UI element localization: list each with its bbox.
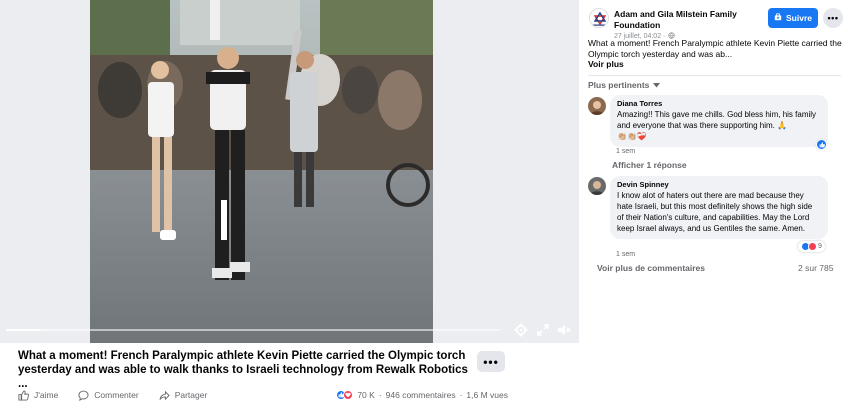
post-actions-bar: J'aime Commenter Partager 70 K · 946 com… — [18, 385, 508, 405]
like-button[interactable]: J'aime — [18, 389, 59, 401]
commenter-avatar[interactable] — [588, 177, 606, 195]
reaction-icons[interactable] — [336, 390, 354, 400]
post-side-panel: Adam and Gila Milstein Family Foundation… — [579, 0, 850, 406]
post-stats: 70 K · 946 commentaires · 1,6 M vues — [336, 390, 508, 400]
follow-label: Suivre — [786, 13, 812, 23]
comment-author[interactable]: Devin Spinney — [617, 180, 821, 190]
comment-time[interactable]: 1 sem — [616, 148, 635, 155]
comment-text: I know alot of haters out there are mad … — [617, 191, 813, 233]
see-more-comments-link[interactable]: Voir plus de commentaires — [597, 263, 705, 273]
love-reaction-icon — [343, 390, 354, 400]
comment-emojis: 👏🏼👏🏼❤️‍🩹 — [617, 132, 647, 141]
divider — [588, 75, 841, 76]
comment-bubble: Diana Torres Amazing!! This gave me chil… — [610, 95, 828, 147]
commenter-avatar[interactable] — [588, 97, 606, 115]
comments-count[interactable]: 946 commentaires — [386, 390, 456, 400]
video-progress-bar[interactable] — [6, 329, 501, 331]
caret-down-icon — [653, 80, 661, 90]
facebook-video-post: What a moment! French Paralympic athlete… — [0, 0, 850, 406]
comment-sort-dropdown[interactable]: Plus pertinents — [588, 80, 661, 90]
comment-bubble: Devin Spinney I know alot of haters out … — [610, 176, 828, 239]
page-avatar[interactable] — [589, 8, 609, 28]
comment-icon — [78, 390, 89, 401]
video-scene-image — [90, 0, 433, 343]
volume-muted-icon[interactable] — [557, 323, 571, 337]
comment-reaction-count: 9 — [818, 243, 822, 250]
page-name[interactable]: Adam and Gila Milstein Family Foundation — [614, 9, 764, 31]
reactions-count[interactable]: 70 K — [357, 390, 375, 400]
stats-separator: · — [459, 390, 463, 400]
comment-time[interactable]: 1 sem — [616, 251, 635, 258]
share-label: Partager — [174, 390, 208, 400]
comment-text: Amazing!! This gave me chills. God bless… — [617, 110, 817, 130]
stats-separator: · — [378, 390, 382, 400]
follow-button[interactable]: Suivre — [768, 8, 818, 28]
comments-shown-count: 2 sur 785 — [798, 263, 834, 273]
panel-more-button[interactable]: ••• — [823, 8, 843, 28]
share-button[interactable]: Partager — [159, 390, 208, 401]
show-replies-link[interactable]: Afficher 1 réponse — [612, 160, 687, 170]
like-label: J'aime — [34, 390, 59, 400]
video-controls — [0, 316, 579, 343]
video-frame[interactable] — [90, 0, 433, 343]
love-reaction-icon — [808, 242, 817, 251]
see-more-link[interactable]: Voir plus — [588, 59, 624, 69]
comment-author[interactable]: Diana Torres — [617, 99, 821, 109]
comment-label: Commenter — [94, 390, 139, 400]
thumbs-up-icon — [18, 389, 29, 401]
share-icon — [159, 390, 170, 401]
views-count: 1,6 M vues — [466, 390, 508, 400]
video-progress-fill — [6, 329, 41, 331]
settings-icon[interactable] — [514, 323, 528, 337]
comment-like-reaction-icon[interactable] — [816, 139, 827, 150]
comment-reactions[interactable]: 9 — [798, 241, 825, 252]
post-text-preview: What a moment! French Paralympic athlete… — [588, 38, 842, 59]
video-player[interactable] — [0, 0, 579, 343]
comment-button[interactable]: Commenter — [78, 390, 139, 401]
post-more-button[interactable]: ••• — [477, 351, 505, 372]
fullscreen-icon[interactable] — [536, 323, 550, 337]
page-logo-icon — [590, 9, 608, 27]
follow-icon — [774, 13, 782, 23]
sort-label: Plus pertinents — [588, 80, 650, 90]
